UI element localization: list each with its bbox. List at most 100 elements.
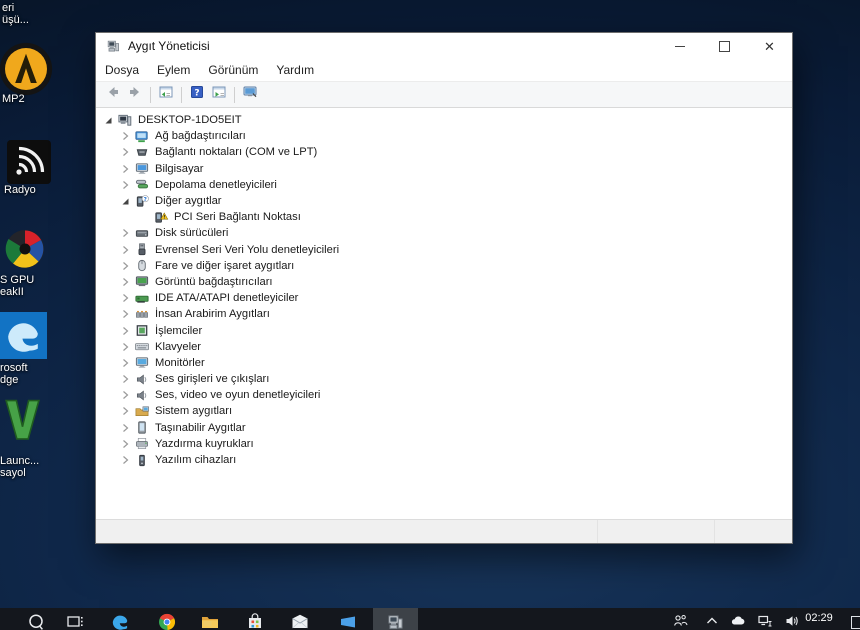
microsoft-edge-desktop-label[interactable]: dge (0, 374, 18, 386)
gtav-launcher-desktop-icon[interactable] (0, 397, 45, 442)
forward-button[interactable] (124, 84, 146, 105)
tree-item[interactable]: Yazdırma kuyrukları (96, 436, 792, 452)
properties-button[interactable] (208, 84, 230, 105)
tree-item[interactable]: Disk sürücüleri (96, 225, 792, 241)
back-icon (105, 84, 121, 105)
taskbar-photos-icon[interactable] (338, 612, 358, 630)
tree-item[interactable]: PCI Seri Bağlantı Noktası (96, 209, 792, 225)
expand-chevron-icon[interactable] (119, 373, 131, 385)
tree-item[interactable]: Ağ bağdaştırıcıları (96, 128, 792, 144)
tree-item[interactable]: Yazılım cihazları (96, 452, 792, 468)
menu-eylem[interactable]: Eylem (148, 60, 199, 80)
tree-item[interactable]: Sistem aygıtları (96, 403, 792, 419)
toolbar-separator (234, 86, 235, 103)
tree-item[interactable]: Ses girişleri ve çıkışları (96, 371, 792, 387)
tree-item[interactable]: Depolama denetleyicileri (96, 177, 792, 193)
tray-onedrive-icon[interactable] (730, 613, 746, 629)
hid-device-icon (134, 307, 150, 322)
expand-chevron-icon[interactable] (119, 438, 131, 450)
tree-item[interactable]: Bilgisayar (96, 161, 792, 177)
radio-desktop-label[interactable]: Radyo (4, 184, 36, 196)
taskbar-search-icon[interactable] (26, 612, 46, 630)
expand-chevron-icon[interactable] (119, 163, 131, 175)
expand-chevron-icon[interactable] (119, 292, 131, 304)
taskbar-task-view-icon[interactable] (65, 612, 85, 630)
microsoft-edge-desktop-icon[interactable] (0, 312, 47, 359)
tree-item[interactable]: Evrensel Seri Veri Yolu denetleyicileri (96, 242, 792, 258)
aimp2-desktop-icon[interactable] (0, 41, 54, 97)
taskbar-edge-icon[interactable] (110, 612, 130, 630)
tree-item-label: Taşınabilir Aygıtlar (155, 421, 246, 434)
display-adapter-icon (134, 274, 150, 289)
microsoft-edge-desktop-label[interactable]: rosoft (0, 362, 28, 374)
back-button[interactable] (102, 84, 124, 105)
tree-item[interactable]: İşlemciler (96, 322, 792, 338)
tray-people-icon[interactable] (672, 613, 688, 629)
gpu-tweak-desktop-icon[interactable] (3, 227, 47, 271)
maximize-button[interactable] (702, 33, 747, 59)
radio-desktop-icon[interactable] (7, 140, 51, 184)
tree-item[interactable]: ? Diğer aygıtlar (96, 193, 792, 209)
expand-chevron-icon[interactable] (119, 308, 131, 320)
tree-item[interactable]: İnsan Arabirim Aygıtları (96, 306, 792, 322)
console-tree-button[interactable] (155, 84, 177, 105)
gpu-tweak-desktop-label[interactable]: S GPU (0, 274, 34, 286)
taskbar-chrome-icon[interactable] (157, 612, 177, 630)
expand-chevron-icon[interactable] (119, 357, 131, 369)
gtav-launcher-desktop-label[interactable]: sayol (0, 467, 26, 479)
recycle-bin-desktop-label[interactable]: eri (2, 2, 14, 14)
tree-item-label: Ağ bağdaştırıcıları (155, 130, 246, 143)
tree-item[interactable]: Fare ve diğer işaret aygıtları (96, 258, 792, 274)
taskbar-file-explorer-icon[interactable] (200, 612, 220, 630)
system-devices-icon (134, 404, 150, 419)
tree-item[interactable]: Monitörler (96, 355, 792, 371)
close-button[interactable]: ✕ (747, 33, 792, 59)
tree-item[interactable]: Görüntü bağdaştırıcıları (96, 274, 792, 290)
expand-chevron-icon[interactable] (119, 341, 131, 353)
tree-item-label: Yazılım cihazları (155, 454, 237, 467)
tree-item[interactable]: Ses, video ve oyun denetleyicileri (96, 387, 792, 403)
menu-dosya[interactable]: Dosya (96, 60, 148, 80)
help-button[interactable]: ? (186, 84, 208, 105)
gpu-tweak-desktop-label[interactable]: eakII (0, 286, 24, 298)
menu-yardm[interactable]: Yardım (267, 60, 323, 80)
gtav-launcher-desktop-label[interactable]: Launc... (0, 455, 39, 467)
aimp2-desktop-label[interactable]: MP2 (2, 93, 25, 105)
expand-chevron-icon[interactable] (119, 422, 131, 434)
expand-chevron-icon[interactable] (119, 227, 131, 239)
menu-grnm[interactable]: Görünüm (199, 60, 267, 80)
tray-chevron-up-icon[interactable] (704, 613, 720, 629)
collapse-chevron-icon[interactable] (119, 195, 131, 207)
scan-hardware-button[interactable] (239, 84, 261, 105)
tree-item-label: Ses, video ve oyun denetleyicileri (155, 389, 321, 402)
expand-chevron-icon[interactable] (119, 454, 131, 466)
expand-chevron-icon[interactable] (119, 179, 131, 191)
clock[interactable]: 02:29 (797, 612, 841, 624)
taskbar-store-icon[interactable] (245, 612, 265, 630)
expand-chevron-icon[interactable] (119, 405, 131, 417)
expand-chevron-icon[interactable] (119, 130, 131, 142)
ide-controller-icon (134, 291, 150, 306)
action-center-icon[interactable] (851, 616, 860, 629)
taskbar-device-manager-icon[interactable] (385, 612, 405, 630)
expand-chevron-icon[interactable] (119, 325, 131, 337)
expand-chevron-icon[interactable] (119, 389, 131, 401)
tree-item[interactable]: Klavyeler (96, 339, 792, 355)
tray-network-icon[interactable] (757, 613, 773, 629)
minimize-button[interactable] (657, 33, 702, 59)
expand-chevron-icon[interactable] (119, 146, 131, 158)
expand-chevron-icon[interactable] (119, 276, 131, 288)
window-titlebar[interactable]: Aygıt Yöneticisi ✕ (96, 33, 792, 59)
expand-chevron-icon[interactable] (119, 244, 131, 256)
tree-item[interactable]: IDE ATA/ATAPI denetleyiciler (96, 290, 792, 306)
tree-item-label: PCI Seri Bağlantı Noktası (174, 211, 301, 224)
recycle-bin-desktop-label[interactable]: üşü... (2, 14, 29, 26)
expand-chevron-icon[interactable] (119, 260, 131, 272)
tree-item[interactable]: Bağlantı noktaları (COM ve LPT) (96, 144, 792, 160)
tree-item[interactable]: Taşınabilir Aygıtlar (96, 420, 792, 436)
tree-item-label: Görüntü bağdaştırıcıları (155, 275, 273, 288)
taskbar-mail-icon[interactable] (290, 612, 310, 630)
usb-controller-icon (134, 242, 150, 257)
tree-item[interactable]: DESKTOP-1DO5EIT (96, 112, 792, 128)
collapse-chevron-icon[interactable] (102, 114, 114, 126)
